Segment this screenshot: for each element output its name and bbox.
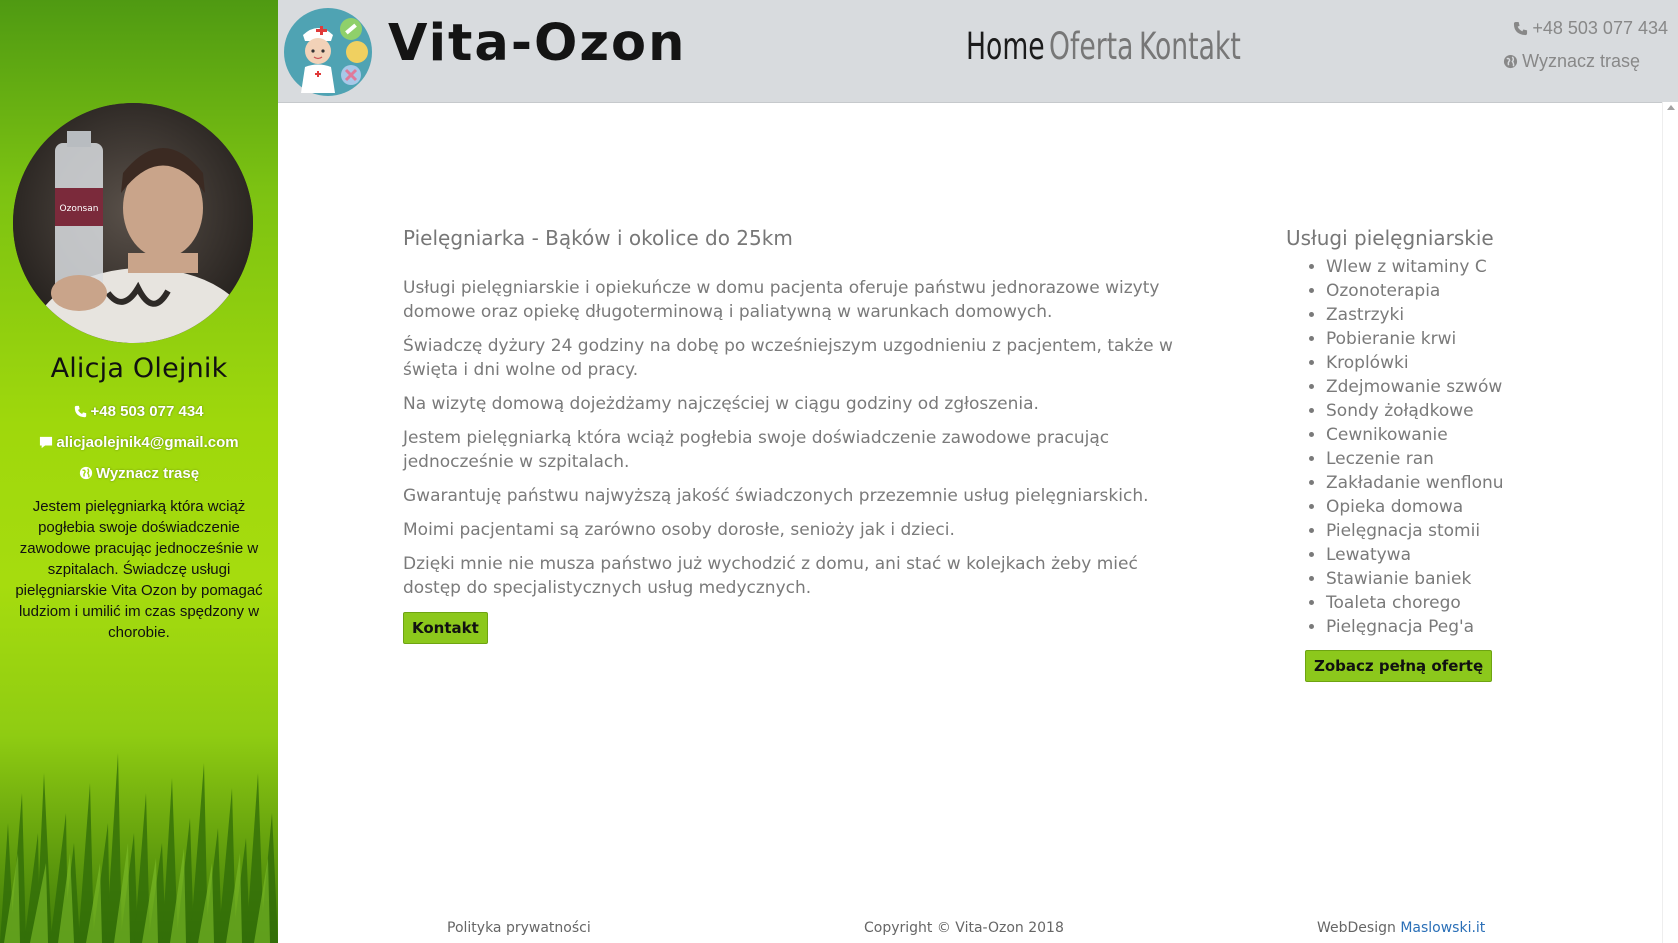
avatar: Ozonsan: [13, 103, 253, 343]
header-route-text: Wyznacz trasę: [1522, 51, 1640, 71]
intro-paragraph: Moimi pacjentami są zarówno osoby dorosł…: [403, 520, 955, 540]
sidebar: Ozonsan Alicja Olejnik +48 503 077 434 a…: [0, 0, 278, 943]
webdesign-link[interactable]: Maslowski.it: [1400, 920, 1485, 936]
sidebar-email-text: alicjaolejnik4@gmail.com: [56, 434, 239, 451]
service-item: Pielęgnacja Peg'a: [1326, 615, 1546, 639]
header-phone-text: +48 503 077 434: [1532, 18, 1668, 38]
service-item: Pobieranie krwi: [1326, 327, 1546, 351]
contact-button[interactable]: Kontakt: [403, 612, 488, 644]
sidebar-route-text: Wyznacz trasę: [95, 465, 200, 482]
profile-name: Alicja Olejnik: [50, 353, 228, 384]
services-title: Usługi pielęgniarskie: [1286, 226, 1494, 250]
nav-kontakt[interactable]: Kontakt: [1139, 25, 1241, 68]
avatar-photo: Ozonsan: [13, 103, 253, 343]
service-item: Leczenie ran: [1326, 447, 1546, 471]
services-panel: Usługi pielęgniarskie Wlew z witaminy C …: [1286, 226, 1546, 682]
nurse-logo-icon[interactable]: [283, 7, 373, 97]
header-route-link[interactable]: Wyznacz trasę: [1503, 51, 1640, 72]
scrollbar[interactable]: [1662, 102, 1678, 943]
globe-icon: [79, 466, 93, 480]
header: Vita-Ozon Home Oferta Kontakt +48 503 07…: [278, 0, 1678, 103]
bottle-label: Ozonsan: [60, 204, 99, 214]
sidebar-route-link[interactable]: Wyznacz trasę: [0, 465, 278, 482]
nav-oferta[interactable]: Oferta: [1049, 25, 1133, 68]
intro-paragraph: Na wizytę domową dojeżdżamy najczęściej …: [403, 394, 1039, 414]
service-item: Kroplówki: [1326, 351, 1546, 375]
main-content: Pielęgniarka - Bąków i okolice do 25km U…: [403, 226, 1183, 644]
service-item: Ozonoterapia: [1326, 279, 1546, 303]
service-item: Zakładanie wenflonu: [1326, 471, 1546, 495]
webdesign-prefix: WebDesign: [1317, 920, 1396, 936]
copyright-text: Copyright © Vita-Ozon 2018: [864, 920, 1064, 936]
sidebar-email-link[interactable]: alicjaolejnik4@gmail.com: [0, 434, 278, 451]
service-item: Stawianie baniek: [1326, 567, 1546, 591]
header-phone-link[interactable]: +48 503 077 434: [1513, 18, 1668, 39]
webdesign-credit: WebDesign Maslowski.it: [1317, 920, 1485, 936]
service-item: Pielęgnacja stomii: [1326, 519, 1546, 543]
comment-icon: [40, 436, 53, 449]
intro-paragraph: Świadczę dyżury 24 godziny na dobę po wc…: [403, 336, 1173, 380]
page-title: Pielęgniarka - Bąków i okolice do 25km: [403, 226, 793, 250]
service-item: Wlew z witaminy C: [1326, 255, 1546, 279]
nav-home[interactable]: Home: [966, 25, 1045, 68]
grass-decoration: [0, 753, 278, 943]
globe-icon: [1504, 54, 1518, 69]
sidebar-phone-text: +48 503 077 434: [90, 403, 204, 420]
full-offer-button[interactable]: Zobacz pełną ofertę: [1305, 650, 1493, 682]
services-list: Wlew z witaminy C Ozonoterapia Zastrzyki…: [1286, 255, 1546, 639]
sidebar-about-text: Jestem pielęgniarką która wciąż pogłebia…: [15, 498, 263, 641]
scroll-up-arrow-icon[interactable]: [1667, 105, 1675, 110]
service-item: Cewnikowanie: [1326, 423, 1546, 447]
brand-name[interactable]: Vita-Ozon: [388, 14, 686, 73]
service-item: Toaleta chorego: [1326, 591, 1546, 615]
service-item: Zdejmowanie szwów: [1326, 375, 1546, 399]
sidebar-phone-link[interactable]: +48 503 077 434: [0, 403, 278, 420]
service-item: Sondy żołądkowe: [1326, 399, 1546, 423]
intro-paragraph: Jestem pielęgniarką która wciąż pogłebia…: [403, 428, 1110, 472]
service-item: Zastrzyki: [1326, 303, 1546, 327]
intro-paragraph: Dzięki mnie nie musza państwo już wychod…: [403, 554, 1138, 598]
phone-icon: [75, 405, 87, 418]
privacy-policy-link[interactable]: Polityka prywatności: [447, 920, 591, 936]
service-item: Lewatywa: [1326, 543, 1546, 567]
intro-paragraph: Gwarantuję państwu najwyższą jakość świa…: [403, 486, 1149, 506]
phone-icon: [1514, 21, 1528, 36]
intro-paragraph: Usługi pielęgniarskie i opiekuńcze w dom…: [403, 278, 1160, 322]
main-nav: Home Oferta Kontakt: [966, 25, 1241, 68]
service-item: Opieka domowa: [1326, 495, 1546, 519]
